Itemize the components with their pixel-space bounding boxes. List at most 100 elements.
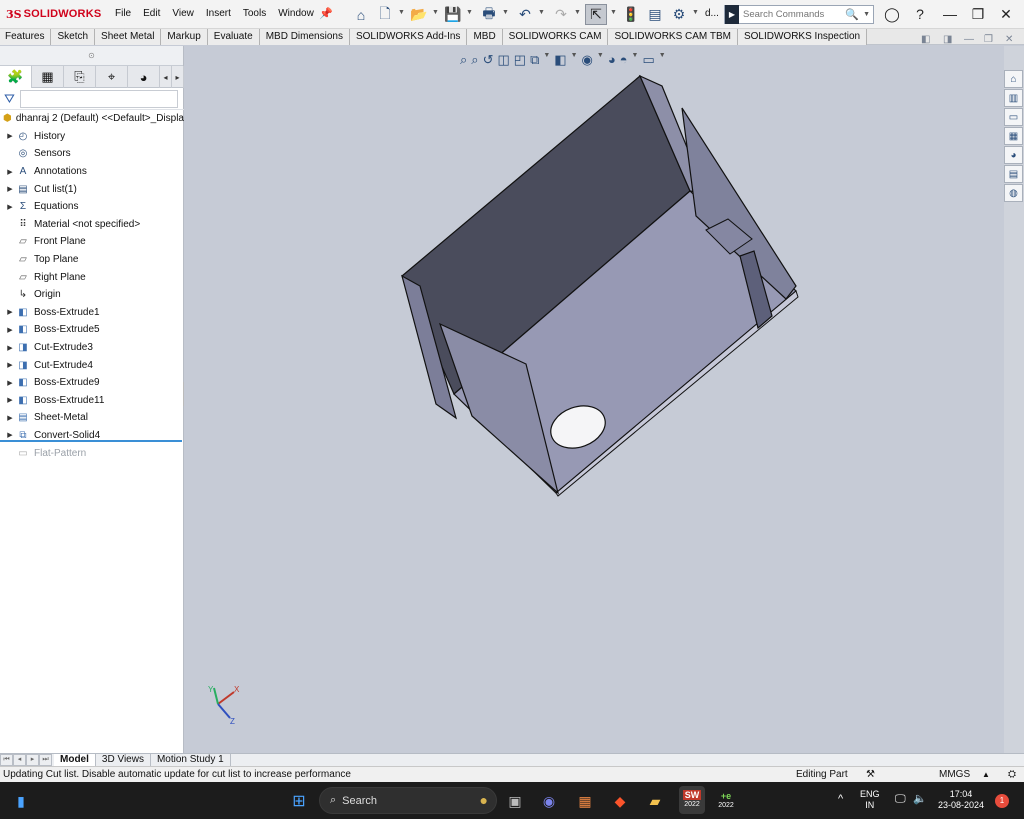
file-properties-icon[interactable]: ▤ [646, 4, 664, 25]
brave-browser-icon[interactable]: ◆ [609, 790, 631, 812]
expand-arrow-icon[interactable]: ▶ [4, 414, 16, 422]
rebuild-status-icon[interactable]: ⚒ [866, 767, 875, 782]
tab-last-icon[interactable]: ⏭ [39, 754, 52, 766]
solidworks-logo[interactable]: 3S SOLIDWORKS [6, 6, 101, 22]
dimxpert-tab-icon[interactable]: ⌖ [96, 66, 128, 88]
tab-mbd-dimensions[interactable]: MBD Dimensions [259, 29, 350, 45]
expand-arrow-icon[interactable]: ▶ [4, 203, 16, 211]
dynamic-annotation-icon[interactable]: ◰ [514, 52, 526, 68]
tree-item[interactable]: ▶ ◴ History [0, 128, 184, 146]
redo-dropdown-icon[interactable]: ▼ [574, 9, 581, 16]
hide-show-dropdown-icon[interactable]: ▼ [597, 52, 604, 68]
tree-item[interactable]: ▶ ◨ Cut-Extrude3 [0, 339, 184, 357]
doc-close-icon[interactable]: ✕ [1005, 34, 1013, 45]
select-icon[interactable]: ⇱ [585, 4, 607, 25]
view-settings-icon[interactable]: ▭ [642, 52, 654, 68]
tray-overflow-icon[interactable]: ^ [838, 794, 843, 805]
doc-minimize-icon[interactable]: — [964, 34, 974, 45]
tree-item[interactable]: ▶ ◧ Boss-Extrude9 [0, 374, 184, 392]
tree-item[interactable]: ↳ Origin [0, 286, 184, 304]
previous-view-icon[interactable]: ↺ [483, 52, 494, 68]
tab-evaluate[interactable]: Evaluate [207, 29, 260, 45]
edit-appearance-icon[interactable]: ◕ [608, 52, 616, 68]
solidworks-forum-icon[interactable]: ◍ [1004, 184, 1023, 202]
expand-arrow-icon[interactable]: ▶ [4, 361, 16, 369]
view-orientation-dropdown-icon[interactable]: ▼ [543, 52, 550, 68]
custom-properties-icon[interactable]: ▤ [1004, 165, 1023, 183]
units-dropdown-icon[interactable]: ▲ [982, 767, 990, 782]
menu-tools[interactable]: Tools [237, 6, 272, 21]
print-dropdown-icon[interactable]: ▼ [502, 9, 509, 16]
model-view-svg[interactable] [184, 46, 1004, 753]
tree-item[interactable]: ▱ Front Plane [0, 233, 184, 251]
new-dropdown-icon[interactable]: ▼ [398, 9, 405, 16]
tab-solidworks-inspection[interactable]: SOLIDWORKS Inspection [737, 29, 868, 45]
store-icon[interactable]: ▦ [574, 790, 596, 812]
tile-icon[interactable]: ◧ [921, 34, 930, 45]
expand-arrow-icon[interactable]: ▶ [4, 379, 16, 387]
tree-item[interactable]: ◎ Sensors [0, 145, 184, 163]
search-icon[interactable]: 🔍 [845, 8, 859, 21]
menu-window[interactable]: Window [272, 6, 320, 21]
tab-model[interactable]: Model [54, 754, 96, 766]
tile-right-icon[interactable]: ◨ [943, 34, 952, 45]
units-selector[interactable]: MMGS [939, 767, 970, 782]
filter-icon[interactable]: ⛛ [4, 91, 15, 107]
open-file-icon[interactable]: 📂 [410, 4, 428, 25]
clock[interactable]: 17:04 23-08-2024 [938, 789, 984, 811]
save-dropdown-icon[interactable]: ▼ [466, 9, 473, 16]
tab-next-icon[interactable]: ▸ [26, 754, 39, 766]
tab-prev-icon[interactable]: ◂ [13, 754, 26, 766]
restore-button[interactable]: ❐ [967, 4, 989, 24]
help-icon[interactable]: ? [909, 4, 931, 24]
redo-icon[interactable]: ↷ [552, 4, 570, 25]
tab-sketch[interactable]: Sketch [51, 29, 96, 45]
status-help-icon[interactable]: ⛭ [1008, 767, 1016, 782]
tree-item[interactable]: ▶ ◧ Boss-Extrude11 [0, 392, 184, 410]
panel-grip-icon[interactable]: ⊙ [88, 51, 95, 60]
minimize-button[interactable]: — [939, 4, 961, 24]
open-dropdown-icon[interactable]: ▼ [432, 9, 439, 16]
tab-first-icon[interactable]: ⏮ [0, 754, 13, 766]
tree-item[interactable]: ▶ ◨ Cut-Extrude4 [0, 356, 184, 374]
display-style-icon[interactable]: ◧ [554, 52, 566, 68]
menu-view[interactable]: View [166, 6, 200, 21]
tree-item[interactable]: ▶ ▤ Sheet-Metal [0, 409, 184, 427]
tree-root-part[interactable]: ⬢ dhanraj 2 (Default) <<Default>_Displa [0, 110, 184, 128]
property-manager-tab-icon[interactable]: ▦ [32, 66, 64, 88]
solidworks-resources-icon[interactable]: ⌂ [1004, 70, 1023, 88]
configuration-manager-tab-icon[interactable]: ⎘ [64, 66, 96, 88]
menu-insert[interactable]: Insert [200, 6, 237, 21]
tab-3d-views[interactable]: 3D Views [96, 754, 151, 766]
solidworks-taskbar-icon[interactable]: SW 2022 [679, 786, 705, 814]
select-dropdown-icon[interactable]: ▼ [610, 9, 617, 16]
rollback-bar[interactable] [0, 440, 182, 442]
start-icon[interactable]: ⊞ [288, 790, 310, 812]
volume-icon[interactable]: 🔈 [913, 794, 927, 805]
undo-icon[interactable]: ↶ [516, 4, 534, 25]
expand-arrow-icon[interactable]: ▶ [4, 185, 16, 193]
tree-item[interactable]: ▱ Right Plane [0, 268, 184, 286]
expand-arrow-icon[interactable]: ▶ [4, 431, 16, 439]
file-explorer-icon[interactable]: ▭ [1004, 108, 1023, 126]
menu-edit[interactable]: Edit [137, 6, 166, 21]
view-palette-icon[interactable]: ▦ [1004, 127, 1023, 145]
pin-menu-icon[interactable]: 📌 [319, 7, 333, 20]
display-style-dropdown-icon[interactable]: ▼ [571, 52, 578, 68]
expand-arrow-icon[interactable]: ▶ [4, 396, 16, 404]
view-settings-dropdown-icon[interactable]: ▼ [659, 52, 666, 68]
hide-show-icon[interactable]: ◉ [582, 52, 593, 68]
print-icon[interactable]: 🖶 [480, 4, 498, 25]
tab-solidworks-cam[interactable]: SOLIDWORKS CAM [502, 29, 609, 45]
search-dropdown-icon[interactable]: ▼ [863, 11, 870, 18]
tab-sheet-metal[interactable]: Sheet Metal [95, 29, 162, 45]
tab-mbd[interactable]: MBD [467, 29, 503, 45]
save-icon[interactable]: 💾 [444, 4, 462, 25]
chat-icon[interactable]: ◉ [538, 790, 560, 812]
graphics-area[interactable]: X Y Z [184, 46, 1004, 753]
tree-item[interactable]: ▶ A Annotations [0, 163, 184, 181]
apply-scene-icon[interactable]: ◓ [620, 52, 628, 68]
composer-taskbar-icon[interactable]: +e 2022 [715, 790, 737, 812]
doc-restore-icon[interactable]: ❐ [984, 34, 993, 45]
user-account-icon[interactable]: ◯ [881, 4, 903, 24]
